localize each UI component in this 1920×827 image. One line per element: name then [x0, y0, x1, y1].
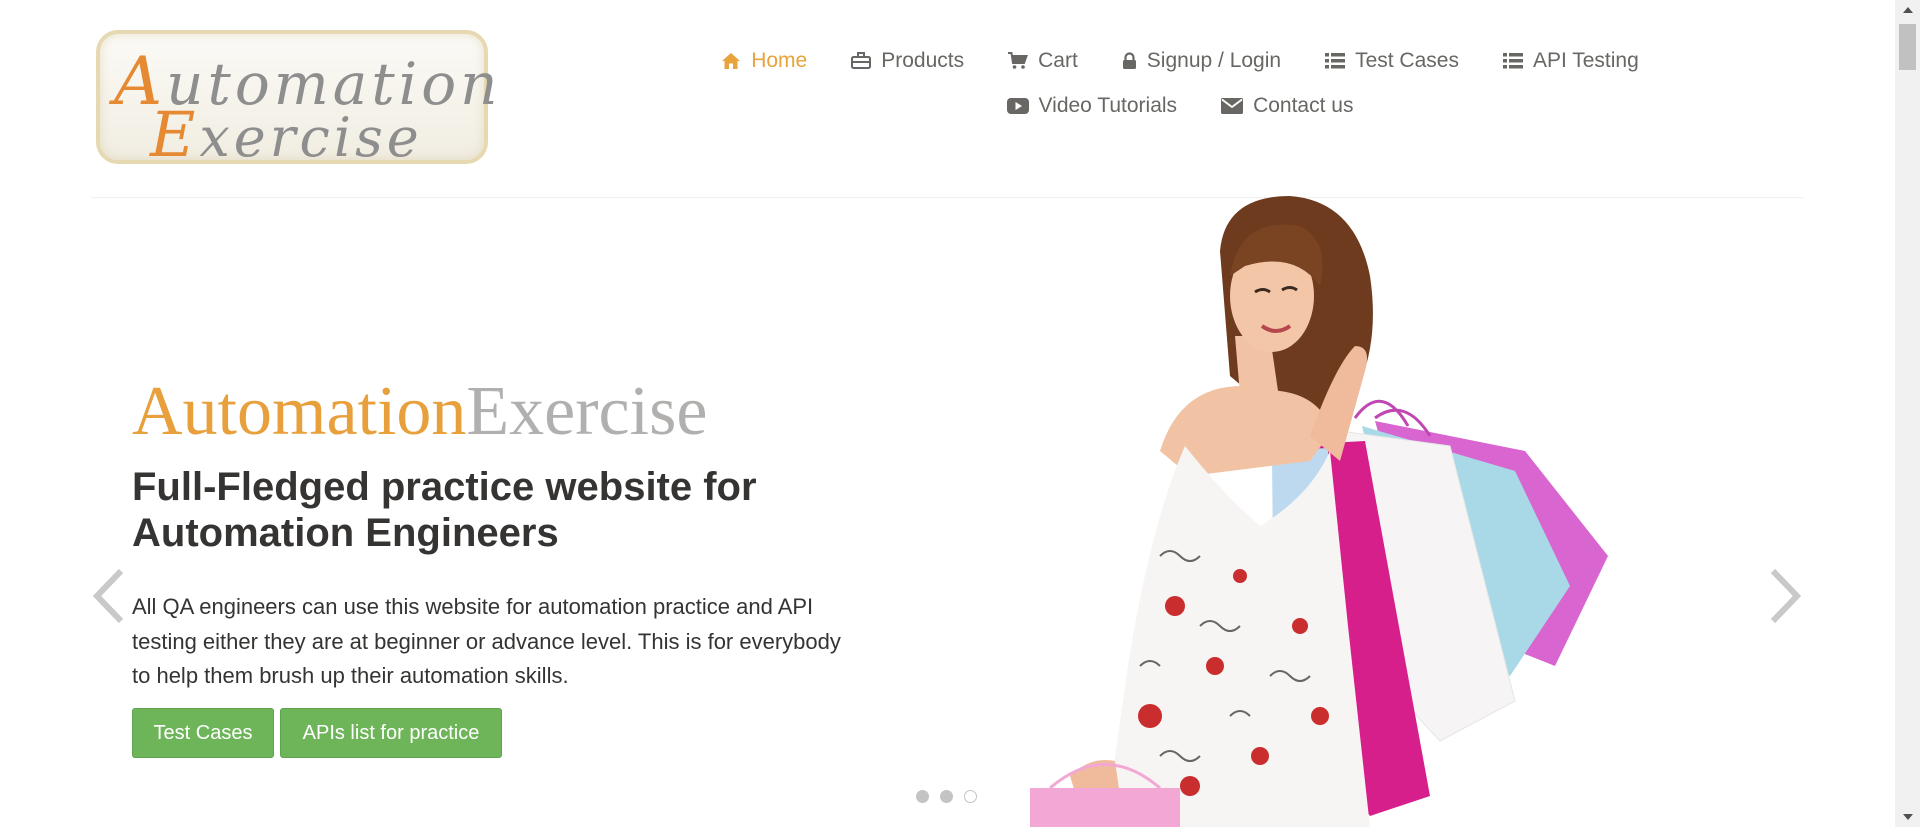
- youtube-play-icon: [1006, 98, 1029, 114]
- envelope-icon: [1221, 98, 1244, 114]
- home-icon: [721, 52, 741, 70]
- main-navigation: Home Products Cart Signup / Login Test C…: [690, 44, 1670, 134]
- carousel-prev-arrow[interactable]: [92, 568, 126, 629]
- carousel-next-arrow[interactable]: [1768, 568, 1802, 629]
- briefcase-icon: [851, 52, 872, 70]
- nav-link-products[interactable]: Products: [851, 49, 964, 73]
- chevron-right-icon: [1770, 568, 1802, 624]
- hero-subtitle: Full-Fledged practice website for Automa…: [132, 465, 757, 555]
- site-logo[interactable]: Automation Exercise: [96, 30, 497, 171]
- list-icon: [1325, 53, 1346, 69]
- triangle-up-icon: [1902, 7, 1913, 13]
- logo-line-2: Exercise: [150, 98, 423, 171]
- nav-row-2: Video Tutorials Contact us: [690, 89, 1670, 123]
- triangle-down-icon: [1902, 814, 1913, 820]
- chevron-left-icon: [92, 568, 124, 624]
- lock-icon: [1122, 52, 1137, 70]
- hero-title: AutomationExercise: [132, 373, 708, 450]
- nav-link-contact-us[interactable]: Contact us: [1221, 94, 1353, 118]
- cart-icon: [1008, 52, 1029, 70]
- nav-link-test-cases[interactable]: Test Cases: [1325, 49, 1459, 73]
- apis-list-button[interactable]: APIs list for practice: [280, 708, 502, 758]
- test-cases-button[interactable]: Test Cases: [132, 708, 274, 758]
- carousel-indicators: [916, 790, 988, 803]
- nav-link-cart[interactable]: Cart: [1008, 49, 1078, 73]
- scroll-up-arrow[interactable]: [1895, 2, 1920, 18]
- hero-description: All QA engineers can use this website fo…: [132, 594, 841, 688]
- scroll-down-arrow[interactable]: [1895, 809, 1920, 825]
- carousel-dot-2[interactable]: [940, 790, 953, 803]
- hero-image-woman-shopping-bags: [1030, 196, 1608, 827]
- carousel-dot-1[interactable]: [916, 790, 929, 803]
- nav-link-api-testing[interactable]: API Testing: [1502, 49, 1639, 73]
- nav-link-signup-login[interactable]: Signup / Login: [1122, 49, 1281, 73]
- carousel-dot-3[interactable]: [964, 790, 977, 803]
- list-icon: [1502, 53, 1523, 69]
- scrollbar-thumb[interactable]: [1899, 24, 1916, 70]
- nav-row-1: Home Products Cart Signup / Login Test C…: [690, 44, 1670, 78]
- nav-link-video-tutorials[interactable]: Video Tutorials: [1006, 94, 1177, 118]
- nav-link-home[interactable]: Home: [721, 49, 807, 73]
- vertical-scrollbar[interactable]: [1895, 0, 1920, 827]
